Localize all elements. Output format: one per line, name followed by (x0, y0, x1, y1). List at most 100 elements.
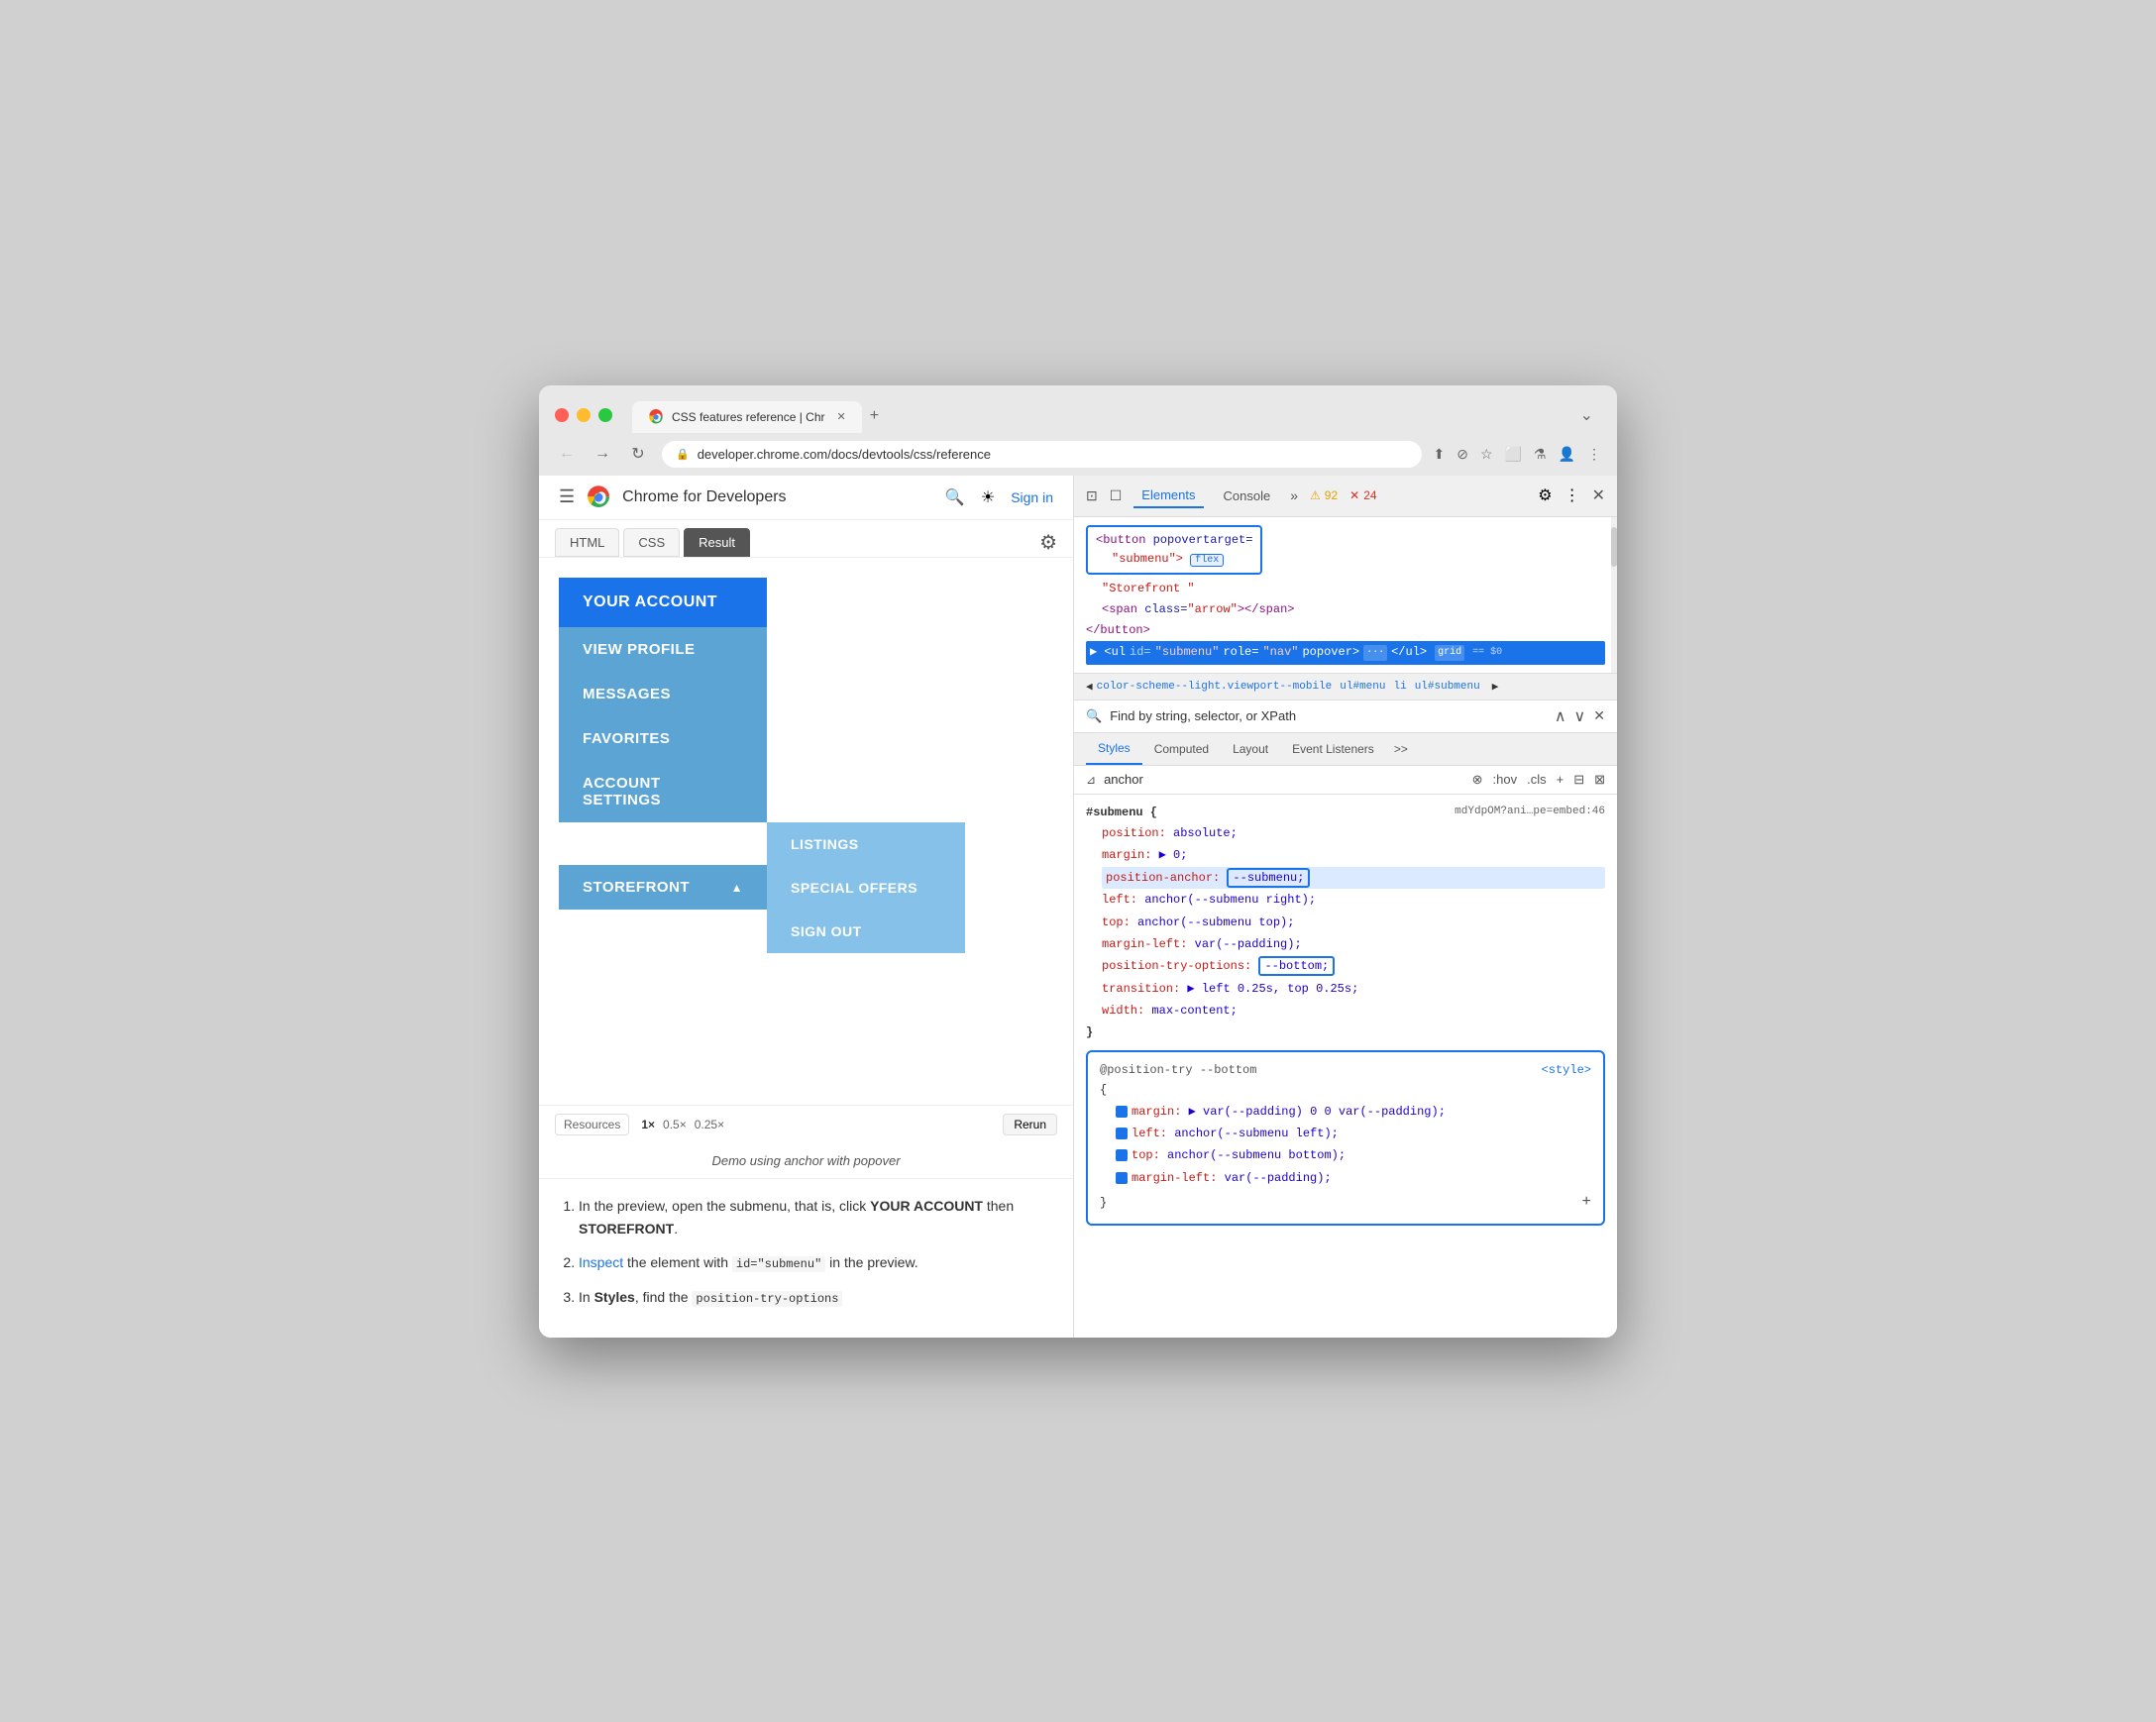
error-badge: ✕ 24 (1349, 488, 1376, 502)
breadcrumb-item-4[interactable]: ul#submenu (1415, 681, 1480, 693)
html-tab[interactable]: HTML (555, 528, 619, 557)
back-button[interactable]: ← (555, 445, 579, 463)
zoom-1x[interactable]: 1× (641, 1118, 655, 1131)
menu-demo: YOUR ACCOUNT VIEW PROFILE MESSAGES FAVOR… (539, 558, 1073, 973)
storefront-item[interactable]: STOREFRONT ▲ (559, 865, 767, 910)
tab-list-button[interactable]: ⌄ (1572, 397, 1601, 433)
devtools-more-icon[interactable]: ⋮ (1564, 485, 1580, 505)
checkbox-left[interactable] (1116, 1128, 1128, 1139)
breadcrumb-prev[interactable]: ◀ (1086, 680, 1093, 694)
search-input[interactable]: Find by string, selector, or XPath (1110, 708, 1547, 723)
more-tabs-button[interactable]: » (1290, 487, 1298, 503)
search-close-button[interactable]: ✕ (1593, 707, 1605, 724)
checkbox-margin-left[interactable] (1116, 1172, 1128, 1184)
resources-label[interactable]: Resources (555, 1114, 629, 1135)
pt-margin-left: margin-left: var(--padding); (1116, 1167, 1591, 1189)
maximize-button[interactable] (598, 408, 612, 422)
view-profile-item[interactable]: VIEW PROFILE (559, 627, 767, 672)
cast-icon[interactable]: ⬆ (1434, 446, 1446, 463)
devtools-settings-icon[interactable]: ⚙ (1538, 485, 1552, 505)
address-bar: ← → ↻ 🔒 developer.chrome.com/docs/devtoo… (539, 433, 1617, 476)
zoom-025x[interactable]: 0.25× (695, 1118, 724, 1131)
more-styles-tabs[interactable]: >> (1394, 742, 1408, 756)
submenu: LISTINGS SPECIAL OFFERS SIGN OUT (767, 822, 965, 953)
zoom-05x[interactable]: 0.5× (663, 1118, 687, 1131)
inspect-link[interactable]: Inspect (579, 1254, 623, 1270)
special-offers-item[interactable]: SPECIAL OFFERS (767, 866, 965, 910)
menu-icon[interactable]: ⋮ (1587, 446, 1601, 463)
close-button[interactable] (555, 408, 569, 422)
class-button[interactable]: .cls (1527, 772, 1547, 788)
extensions-icon[interactable]: ⬜ (1505, 446, 1522, 463)
pt-top: top: anchor(--submenu bottom); (1116, 1144, 1591, 1166)
pseudo-state-button[interactable]: :hov (1493, 772, 1518, 788)
checkbox-top[interactable] (1116, 1149, 1128, 1161)
profile-icon[interactable]: 👤 (1559, 446, 1575, 463)
css-tab[interactable]: CSS (623, 528, 680, 557)
checkbox-margin[interactable] (1116, 1106, 1128, 1118)
hamburger-menu[interactable]: ☰ (559, 486, 575, 507)
event-listeners-tab[interactable]: Event Listeners (1280, 734, 1386, 764)
active-tab[interactable]: CSS features reference | Chr ✕ (632, 401, 862, 433)
result-tab[interactable]: Result (684, 528, 750, 557)
console-tab[interactable]: Console (1216, 484, 1279, 507)
layout-tab[interactable]: Layout (1221, 734, 1280, 764)
css-prop-margin: margin: ▶ 0; (1102, 844, 1605, 866)
account-settings-item[interactable]: ACCOUNT SETTINGS (559, 761, 767, 822)
computed-icon[interactable]: ⊠ (1594, 772, 1605, 788)
refresh-button[interactable]: ↻ (626, 444, 650, 464)
bookmark-icon[interactable]: ☆ (1480, 446, 1493, 463)
minimize-button[interactable] (577, 408, 591, 422)
pt-source[interactable]: <style> (1542, 1060, 1591, 1080)
breadcrumb-item-3[interactable]: li (1393, 681, 1406, 693)
site-name: Chrome for Developers (622, 488, 933, 506)
breadcrumb-item-2[interactable]: ul#menu (1340, 681, 1385, 693)
labs-icon[interactable]: ⚗ (1534, 446, 1547, 463)
elements-tab[interactable]: Elements (1133, 484, 1203, 508)
filter-text[interactable]: anchor (1104, 772, 1464, 787)
breadcrumb-item-1[interactable]: color-scheme--light.viewport--mobile (1097, 681, 1333, 693)
layout-icon[interactable]: ⊟ (1573, 772, 1584, 788)
your-account-button[interactable]: YOUR ACCOUNT (559, 578, 767, 627)
site-header: ☰ Chrome for Developers 🔍 ☀ Sign in (539, 476, 1073, 520)
address-input[interactable]: 🔒 developer.chrome.com/docs/devtools/css… (662, 441, 1422, 468)
code-tabs: HTML CSS Result ⚙ (539, 520, 1073, 558)
add-style-rule[interactable]: + (1557, 772, 1564, 788)
sign-out-item[interactable]: SIGN OUT (767, 910, 965, 953)
listings-item[interactable]: LISTINGS (767, 822, 965, 866)
button-attr: popovertarget= (1153, 533, 1253, 547)
chrome-logo (587, 485, 610, 509)
clear-filter-button[interactable]: ⊗ (1472, 772, 1483, 788)
lens-icon[interactable]: ⊘ (1456, 446, 1468, 463)
position-try-value: --bottom; (1258, 956, 1335, 976)
css-properties: position: absolute; margin: ▶ 0; positio… (1102, 822, 1605, 1022)
search-up-arrow[interactable]: ∧ (1555, 706, 1566, 726)
device-toolbar-icon[interactable]: ☐ (1110, 487, 1123, 504)
pt-open: { (1100, 1080, 1591, 1100)
theme-icon[interactable]: ☀ (981, 487, 995, 507)
sign-in-button[interactable]: Sign in (1011, 489, 1053, 505)
elements-panel: <button popovertarget= "submenu"> flex "… (1074, 517, 1617, 674)
add-rule-button[interactable]: + (1581, 1189, 1591, 1216)
css-source: mdYdpOM?ani…pe=embed:46 (1455, 803, 1605, 821)
messages-item[interactable]: MESSAGES (559, 672, 767, 716)
forward-button[interactable]: → (591, 445, 614, 463)
tab-close-button[interactable]: ✕ (837, 410, 846, 423)
instruction-2: Inspect the element with id="submenu" in… (579, 1251, 1053, 1274)
rerun-button[interactable]: Rerun (1003, 1114, 1057, 1135)
menu-items: VIEW PROFILE MESSAGES FAVORITES ACCOUNT … (559, 627, 1053, 953)
button-attr-val: "submenu"> (1112, 552, 1183, 566)
title-bar: CSS features reference | Chr ✕ + ⌄ (539, 385, 1617, 433)
css-prop-margin-left: margin-left: var(--padding); (1102, 933, 1605, 955)
code-settings-icon[interactable]: ⚙ (1039, 530, 1057, 555)
search-icon[interactable]: 🔍 (945, 487, 965, 507)
favorites-item[interactable]: FAVORITES (559, 716, 767, 761)
devtools-close-button[interactable]: ✕ (1592, 485, 1605, 505)
new-tab-button[interactable]: + (862, 399, 887, 433)
element-selector-icon[interactable]: ⊡ (1086, 487, 1098, 504)
css-prop-position-try: position-try-options: --bottom; (1102, 955, 1605, 977)
search-down-arrow[interactable]: ∨ (1574, 706, 1586, 726)
breadcrumb-next[interactable]: ▶ (1492, 680, 1499, 694)
styles-tab[interactable]: Styles (1086, 733, 1142, 765)
computed-tab[interactable]: Computed (1142, 734, 1221, 764)
